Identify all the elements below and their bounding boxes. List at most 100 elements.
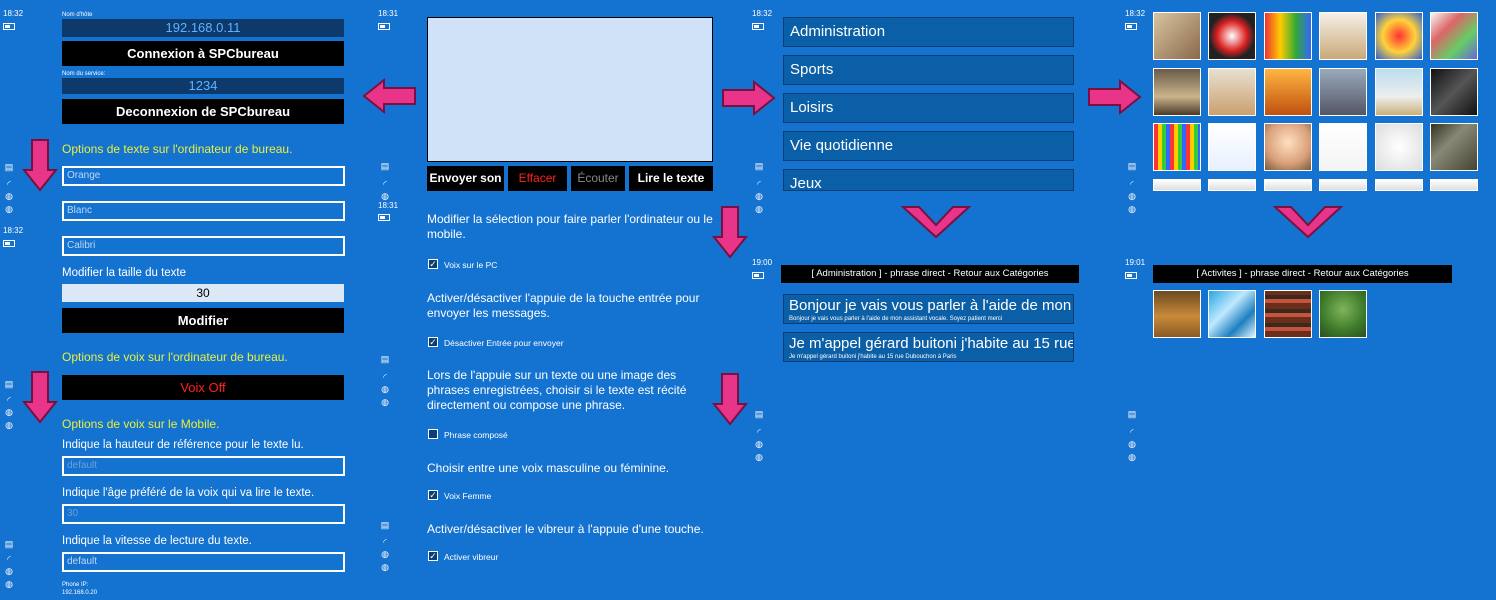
status-time: 18:32 xyxy=(3,226,24,235)
image-tile[interactable] xyxy=(1375,123,1423,171)
checkbox-voice-pc[interactable]: ✓ xyxy=(428,259,438,269)
image-tile[interactable] xyxy=(1208,123,1256,171)
wifi-icon: ◜ xyxy=(757,179,761,189)
battery-icon xyxy=(1125,272,1137,279)
image-tile[interactable] xyxy=(1264,123,1312,171)
option-description: Activer/désactiver le vibreur à l'appuie… xyxy=(427,522,704,536)
image-tile[interactable] xyxy=(1375,68,1423,116)
image-tile[interactable] xyxy=(1264,12,1312,60)
image-tile[interactable] xyxy=(1208,290,1256,338)
voice-off-button[interactable]: Voix Off xyxy=(62,375,344,400)
status-time: 18:32 xyxy=(1125,9,1146,18)
modify-button[interactable]: Modifier xyxy=(62,308,344,333)
checkbox-disable-enter[interactable]: ✓ xyxy=(428,337,438,347)
network-icon: ◍ xyxy=(381,384,389,394)
phone-ip-label: Phone IP: xyxy=(62,582,89,588)
status-time: 18:32 xyxy=(3,9,24,18)
image-tile[interactable] xyxy=(1319,12,1367,60)
age-input[interactable]: 30 xyxy=(62,504,345,524)
checkbox-vibrate[interactable]: ✓ xyxy=(428,551,438,561)
image-tile[interactable] xyxy=(1153,290,1201,338)
category-administration[interactable]: Administration xyxy=(783,17,1074,47)
battery-icon xyxy=(378,23,390,30)
keyboard-icon: ▤ xyxy=(4,162,14,172)
read-text-button[interactable]: Lire le texte xyxy=(629,166,713,191)
image-tile[interactable] xyxy=(1264,179,1312,191)
disconnect-button[interactable]: Deconnexion de SPCbureau xyxy=(62,99,344,124)
host-input[interactable]: 192.168.0.11 xyxy=(62,19,344,37)
image-tile[interactable] xyxy=(1153,123,1201,171)
phrase-item[interactable]: Je m'appel gérard buitoni j'habite au 15… xyxy=(783,332,1074,362)
category-vie-quotidienne[interactable]: Vie quotidienne xyxy=(783,131,1074,161)
image-tile[interactable] xyxy=(1153,68,1201,116)
image-tile[interactable] xyxy=(1153,12,1201,60)
wifi-icon: ◜ xyxy=(383,537,387,547)
network-icon: ◍ xyxy=(755,439,763,449)
category-sports[interactable]: Sports xyxy=(783,55,1074,85)
image-tile[interactable] xyxy=(1319,123,1367,171)
option-description: Activer/désactiver l'appuie de la touche… xyxy=(427,291,700,320)
image-tile[interactable] xyxy=(1264,68,1312,116)
keyboard-icon: ▤ xyxy=(1127,161,1137,171)
pitch-input[interactable]: default xyxy=(62,456,345,476)
checkbox-composed-phrase[interactable] xyxy=(428,429,438,439)
image-tile[interactable] xyxy=(1430,123,1478,171)
keyboard-icon: ▤ xyxy=(4,539,14,549)
message-textarea[interactable] xyxy=(427,17,713,162)
font-input[interactable]: Calibri xyxy=(62,236,345,256)
phrase-item[interactable]: Bonjour je vais vous parler à l'aide de … xyxy=(783,294,1074,324)
category-loisirs[interactable]: Loisirs xyxy=(783,93,1074,123)
image-tile[interactable] xyxy=(1208,179,1256,191)
image-tile[interactable] xyxy=(1430,179,1478,191)
category-jeux[interactable]: Jeux xyxy=(783,169,1074,192)
status-time: 19:01 xyxy=(1125,258,1146,267)
phrase-header-bar[interactable]: [ Administration ] - phrase direct - Ret… xyxy=(781,265,1079,283)
connect-button[interactable]: Connexion à SPCbureau xyxy=(62,41,344,66)
image-tile[interactable] xyxy=(1264,290,1312,338)
clear-button[interactable]: Effacer xyxy=(508,166,567,191)
image-tile[interactable] xyxy=(1153,179,1201,191)
battery-icon xyxy=(752,272,764,279)
text-color-input[interactable]: Orange xyxy=(62,166,345,186)
size-input[interactable]: 30 xyxy=(62,284,344,302)
network-icon: ◍ xyxy=(381,562,389,572)
phrase-title: Bonjour je vais vous parler à l'aide de … xyxy=(789,297,1072,314)
image-tile[interactable] xyxy=(1208,12,1256,60)
option-description: Modifier la sélection pour faire parler … xyxy=(427,212,713,241)
wifi-icon: ◜ xyxy=(1130,179,1134,189)
keyboard-icon: ▤ xyxy=(380,161,390,171)
checkbox-female-voice[interactable]: ✓ xyxy=(428,490,438,500)
speed-input[interactable]: default xyxy=(62,552,345,572)
activity-header-bar[interactable]: [ Activites ] - phrase direct - Retour a… xyxy=(1153,265,1452,283)
network-icon: ◍ xyxy=(1128,191,1136,201)
network-icon: ◍ xyxy=(5,420,13,430)
checkbox-label: Phrase composé xyxy=(444,430,508,440)
voice-pc-title: Options de voix sur l'ordinateur de bure… xyxy=(62,350,288,364)
arrow-right-icon xyxy=(1088,79,1142,115)
image-tile[interactable] xyxy=(1375,12,1423,60)
network-icon: ◍ xyxy=(1128,452,1136,462)
network-icon: ◍ xyxy=(381,397,389,407)
network-icon: ◍ xyxy=(5,566,13,576)
background-color-input[interactable]: Blanc xyxy=(62,201,345,221)
checkbox-label: Voix sur le PC xyxy=(444,260,498,270)
image-tile[interactable] xyxy=(1375,179,1423,191)
network-icon: ◍ xyxy=(1128,204,1136,214)
battery-icon xyxy=(1125,23,1137,30)
image-tile[interactable] xyxy=(1430,68,1478,116)
image-tile[interactable] xyxy=(1208,68,1256,116)
speed-label: Indique la vitesse de lecture du texte. xyxy=(62,535,252,547)
listen-button[interactable]: Écouter xyxy=(571,166,625,191)
size-label: Modifier la taille du texte xyxy=(62,267,187,279)
status-time: 18:31 xyxy=(378,201,399,210)
send-sound-button[interactable]: Envoyer son xyxy=(427,166,504,191)
network-icon: ◍ xyxy=(381,549,389,559)
network-icon: ◍ xyxy=(5,191,13,201)
image-tile[interactable] xyxy=(1319,179,1367,191)
phrase-subtitle: Bonjour je vais vous parler à l'aide de … xyxy=(789,316,1003,322)
image-tile[interactable] xyxy=(1319,68,1367,116)
image-tile[interactable] xyxy=(1319,290,1367,338)
image-tile[interactable] xyxy=(1430,12,1478,60)
chevron-down-icon xyxy=(1273,206,1343,239)
service-input[interactable]: 1234 xyxy=(62,78,344,94)
